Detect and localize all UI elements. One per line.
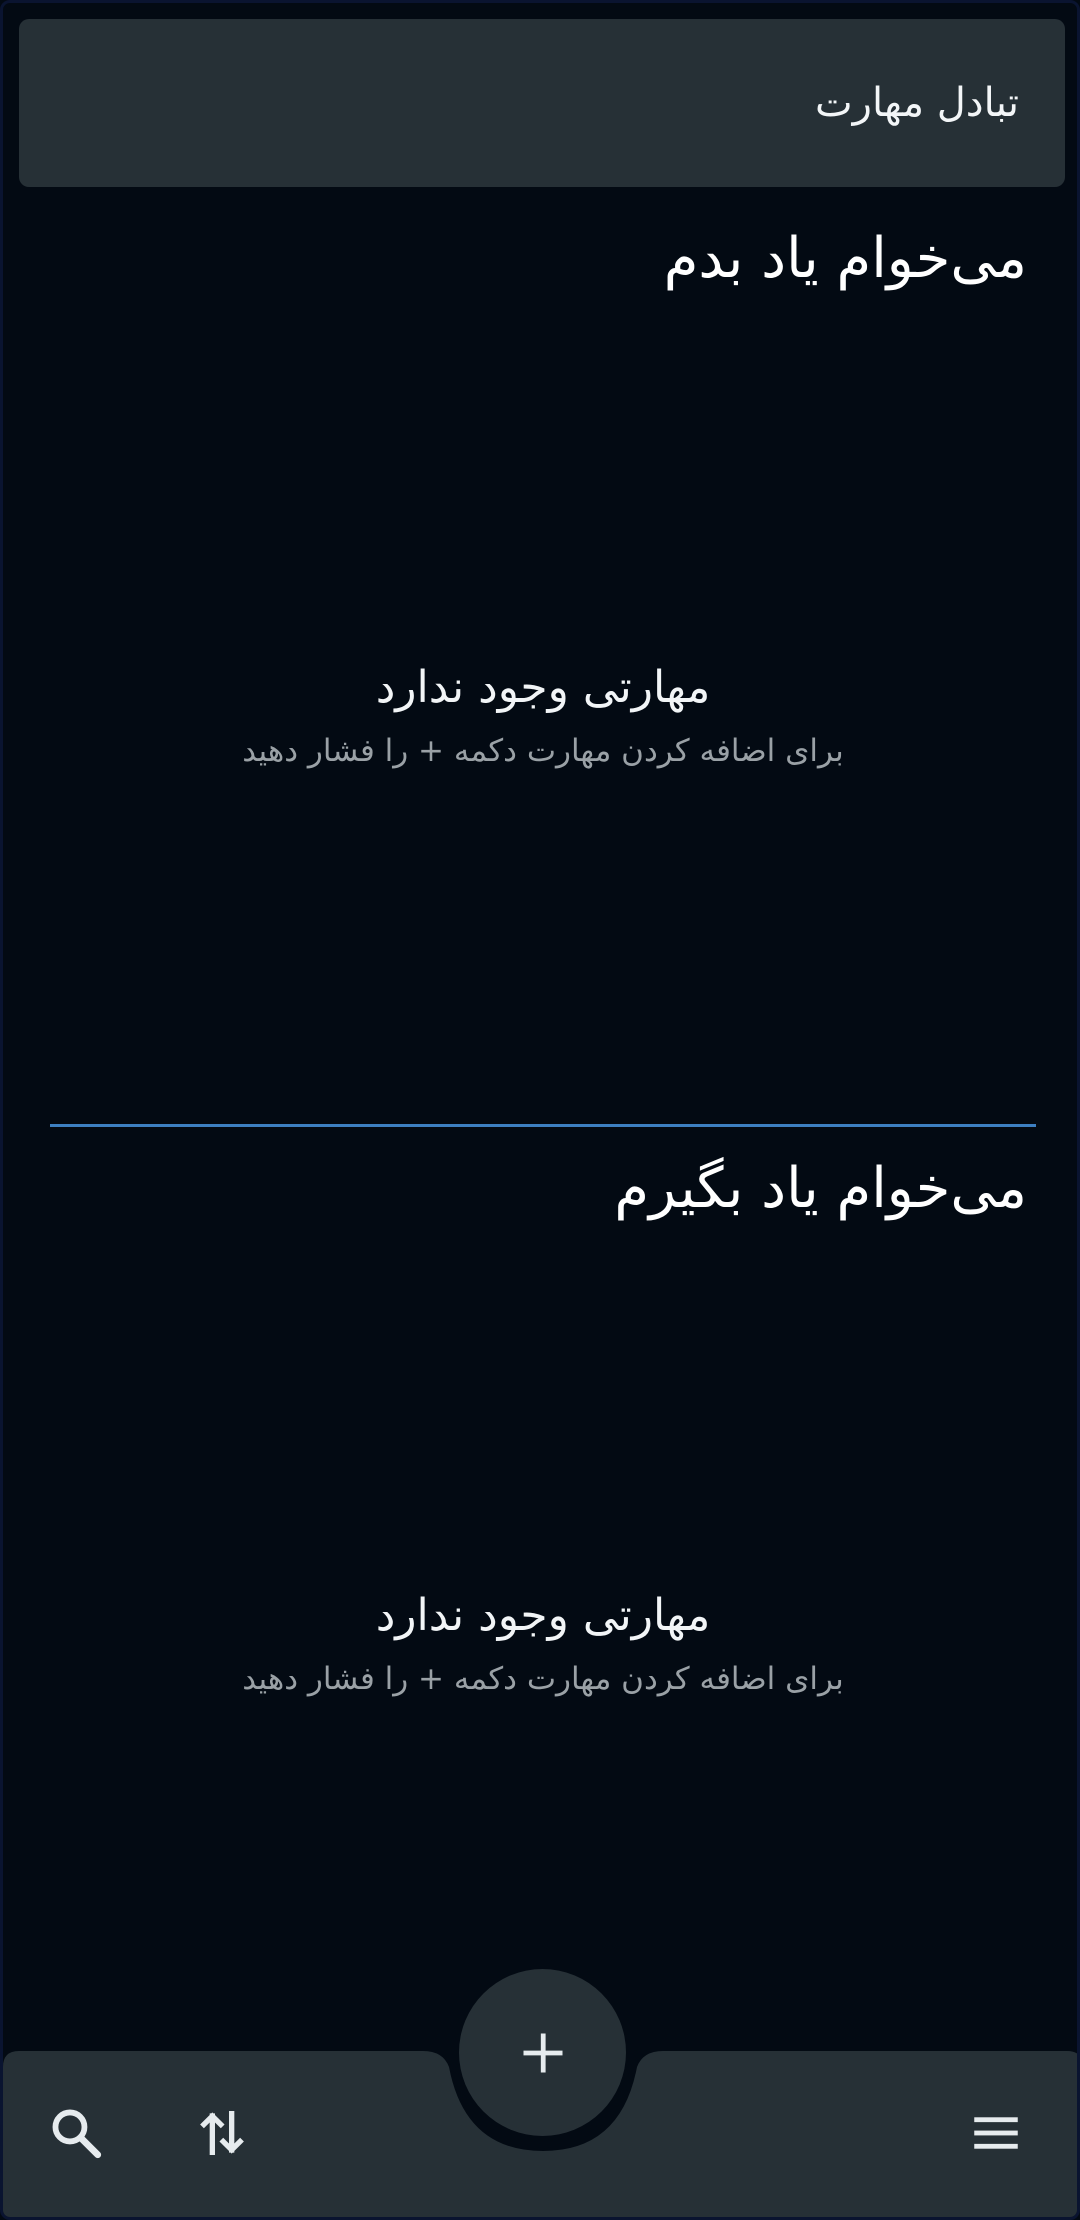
teach-empty-state: مهارتی وجود ندارد برای اضافه کردن مهارت … [3,662,1077,769]
teach-section-title: می‌خوام یاد بدم [663,226,1027,291]
learn-section-title: می‌خوام یاد بگیرم [614,1156,1027,1221]
menu-icon [974,2117,1018,2149]
app-title: تبادل مهارت [814,80,1019,126]
learn-empty-title: مهارتی وجود ندارد [375,1590,711,1641]
teach-empty-title: مهارتی وجود ندارد [375,662,711,713]
swap-vertical-icon [200,2111,244,2155]
search-icon [52,2109,102,2159]
plus-icon [523,2033,562,2072]
sort-button[interactable] [177,2088,267,2178]
app-screen: تبادل مهارت می‌خوام یاد بدم مهارتی وجود … [0,0,1080,2220]
menu-button[interactable] [951,2088,1041,2178]
search-button[interactable] [31,2088,121,2178]
add-skill-button[interactable] [459,1969,626,2136]
teach-empty-hint: برای اضافه کردن مهارت دکمه + را فشار دهی… [242,733,844,769]
learn-empty-state: مهارتی وجود ندارد برای اضافه کردن مهارت … [3,1590,1077,1697]
learn-empty-hint: برای اضافه کردن مهارت دکمه + را فشار دهی… [242,1661,844,1697]
top-app-bar: تبادل مهارت [19,19,1065,187]
section-divider [50,1124,1036,1127]
